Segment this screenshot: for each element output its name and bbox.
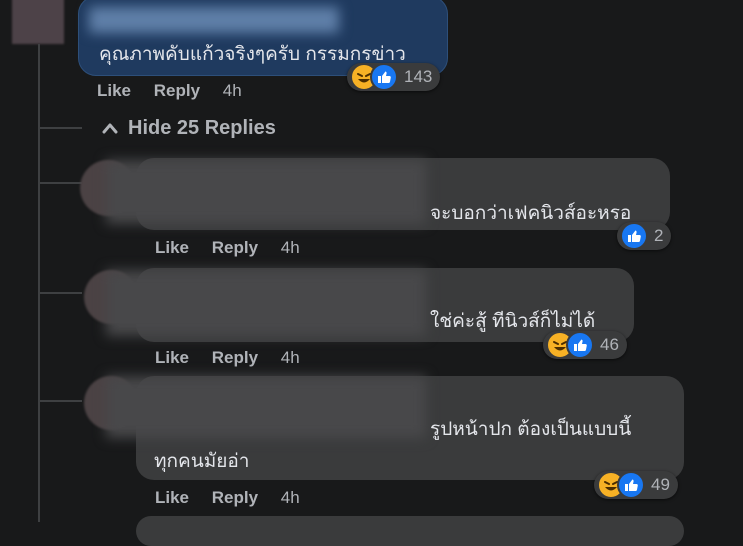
reply-button[interactable]: Reply bbox=[154, 81, 200, 100]
reply-bubble-partial bbox=[136, 516, 684, 546]
reply-bubble: จะบอกว่าเฟคนิวส์อะหรอ bbox=[106, 158, 670, 230]
like-icon bbox=[566, 331, 594, 359]
reply-reaction-count: 49 bbox=[651, 475, 670, 494]
reply-bubble: รูปหน้าปก ต้องเป็นแบบนี้ ทุกคนมัยอ่า bbox=[106, 376, 684, 480]
chevron-up-icon bbox=[102, 117, 118, 140]
top-comment-avatar[interactable] bbox=[12, 0, 64, 44]
like-icon bbox=[370, 63, 398, 91]
like-button[interactable]: Like bbox=[155, 348, 189, 367]
reply-reaction-count: 46 bbox=[600, 335, 619, 354]
reply-text: จะบอกว่าเฟคนิวส์อะหรอ bbox=[430, 203, 632, 224]
timestamp[interactable]: 4h bbox=[281, 348, 300, 367]
thread-branch-reply-2 bbox=[38, 292, 82, 294]
hide-replies-label: Hide 25 Replies bbox=[128, 117, 276, 139]
reply-reactions[interactable]: 49 bbox=[594, 471, 678, 499]
timestamp[interactable]: 4h bbox=[281, 238, 300, 257]
thread-branch-hide bbox=[38, 127, 82, 129]
timestamp[interactable]: 4h bbox=[223, 81, 242, 100]
reply-reactions[interactable]: 46 bbox=[543, 331, 627, 359]
like-button[interactable]: Like bbox=[155, 238, 189, 257]
reply-button[interactable]: Reply bbox=[212, 348, 258, 367]
thread-branch-reply-1 bbox=[38, 182, 82, 184]
reply-actions: Like Reply 4h bbox=[155, 488, 318, 508]
reply-button[interactable]: Reply bbox=[212, 488, 258, 507]
reply-text-line-1: รูปหน้าปก ต้องเป็นแบบนี้ bbox=[430, 419, 632, 440]
reply-reaction-count: 2 bbox=[654, 226, 664, 245]
reply-button[interactable]: Reply bbox=[212, 238, 258, 257]
thread-branch-reply-3 bbox=[38, 400, 82, 402]
commenter-name-redacted bbox=[106, 376, 426, 438]
commenter-name-redacted bbox=[106, 270, 426, 336]
like-button[interactable]: Like bbox=[97, 81, 131, 100]
top-comment-actions: Like Reply 4h bbox=[97, 81, 260, 101]
top-comment-reactions[interactable]: 143 bbox=[347, 63, 441, 91]
reply-reactions[interactable]: 2 bbox=[617, 222, 672, 250]
reply-actions: Like Reply 4h bbox=[155, 238, 318, 258]
reply-actions: Like Reply 4h bbox=[155, 348, 318, 368]
reply-text-line-2: ทุกคนมัยอ่า bbox=[154, 451, 250, 472]
like-icon bbox=[617, 471, 645, 499]
top-comment-reaction-count: 143 bbox=[404, 67, 433, 86]
like-icon bbox=[620, 222, 648, 250]
thread-line bbox=[38, 44, 40, 522]
like-button[interactable]: Like bbox=[155, 488, 189, 507]
timestamp[interactable]: 4h bbox=[281, 488, 300, 507]
hide-replies-button[interactable]: Hide 25 Replies bbox=[102, 117, 276, 140]
commenter-name-redacted bbox=[89, 7, 339, 33]
commenter-name-redacted bbox=[106, 160, 426, 224]
